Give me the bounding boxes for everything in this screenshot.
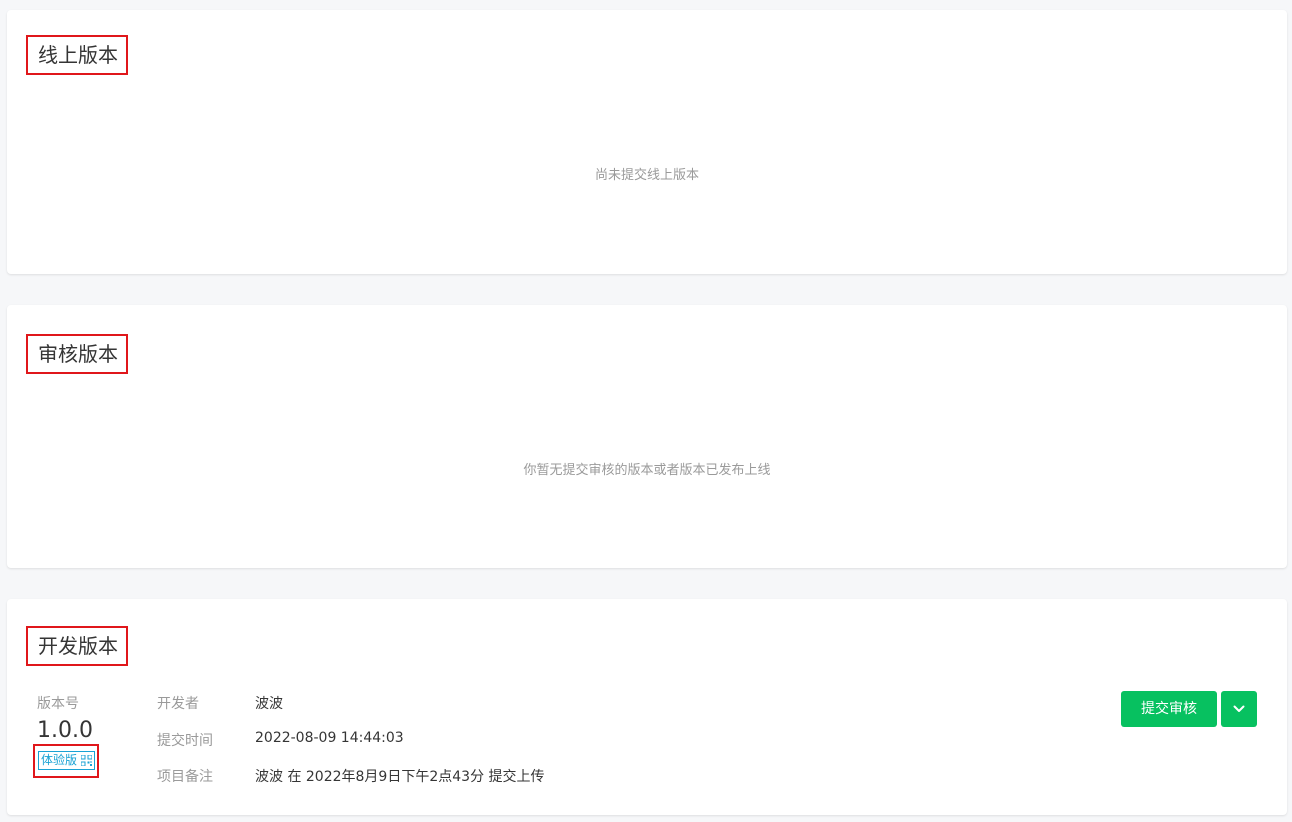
online-version-card: 线上版本 尚未提交线上版本 bbox=[7, 10, 1287, 274]
qrcode-icon[interactable] bbox=[81, 755, 93, 766]
review-version-empty-tip: 你暂无提交审核的版本或者版本已发布上线 bbox=[523, 463, 771, 478]
chevron-down-icon bbox=[1233, 705, 1245, 712]
version-number: 1.0.0 bbox=[37, 718, 93, 743]
submit-review-button[interactable]: 提交审核 bbox=[1121, 691, 1217, 727]
trial-version-tag-label: 体验版 bbox=[41, 753, 78, 767]
submit-time-value: 2022-08-09 14:44:03 bbox=[255, 730, 404, 746]
submit-time-label: 提交时间 bbox=[157, 733, 213, 749]
remark-value: 波波 在 2022年8月9日下午2点43分 提交上传 bbox=[255, 769, 545, 785]
review-version-card: 审核版本 你暂无提交审核的版本或者版本已发布上线 bbox=[7, 305, 1287, 568]
trial-version-tag[interactable]: 体验版 bbox=[38, 751, 96, 770]
version-number-label: 版本号 bbox=[37, 696, 79, 712]
more-actions-dropdown-button[interactable] bbox=[1221, 691, 1257, 727]
remark-label: 项目备注 bbox=[157, 769, 213, 785]
review-version-title: 审核版本 bbox=[26, 334, 128, 374]
online-version-title: 线上版本 bbox=[26, 35, 128, 75]
developer-value: 波波 bbox=[255, 696, 283, 712]
online-version-empty-tip: 尚未提交线上版本 bbox=[594, 168, 699, 183]
developer-label: 开发者 bbox=[157, 696, 199, 712]
trial-tag-highlight: 体验版 bbox=[33, 744, 99, 778]
dev-version-card: 开发版本 版本号 1.0.0 体验版 开发者 波波 提交时间 2022-08-0… bbox=[7, 599, 1287, 815]
dev-version-title: 开发版本 bbox=[26, 626, 128, 666]
